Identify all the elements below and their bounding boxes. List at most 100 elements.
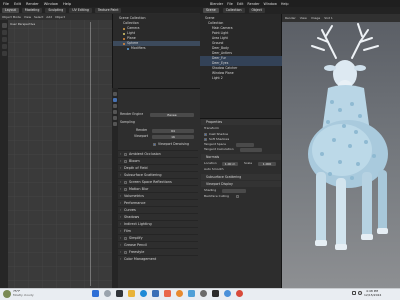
blender-icon[interactable] [176, 290, 183, 297]
backface-culling-checkbox[interactable] [236, 195, 239, 198]
tab-collection[interactable]: Collection [222, 8, 245, 13]
start-icon[interactable] [92, 290, 99, 297]
shading-dropdown[interactable] [222, 188, 246, 193]
section-subsurface-scattering[interactable]: Subsurface Scattering [118, 171, 198, 178]
file-explorer-icon[interactable] [128, 290, 135, 297]
section-checkbox[interactable] [124, 237, 127, 240]
menu-help[interactable]: Help [281, 2, 289, 6]
task-view-icon[interactable] [116, 290, 123, 297]
menu-edit[interactable]: Edit [14, 2, 21, 6]
section-film[interactable]: Film [118, 227, 198, 234]
scale-tool-icon[interactable] [1, 51, 7, 56]
outliner-row[interactable]: Light 2 [200, 76, 282, 81]
browser-icon[interactable] [224, 290, 231, 297]
search-icon[interactable] [104, 290, 111, 297]
menu-blender[interactable]: Blender [210, 2, 223, 6]
output-tab-icon[interactable] [113, 104, 117, 108]
menu-render[interactable]: Render [247, 2, 259, 6]
menu-render[interactable]: Render [26, 2, 39, 6]
clock-date[interactable]: 12/15/2024 [364, 293, 381, 298]
scene-tab-icon[interactable] [113, 116, 117, 120]
network-icon[interactable] [352, 291, 356, 295]
slot-dropdown[interactable]: Slot 1 [324, 16, 333, 20]
viewport-samples-field[interactable]: 16 [152, 134, 194, 139]
tab-uv-editing[interactable]: UV Editing [69, 7, 92, 13]
settings-icon[interactable] [200, 290, 207, 297]
add-menu[interactable]: Add [46, 15, 52, 19]
edge-icon[interactable] [140, 290, 147, 297]
tangent-calc-dropdown[interactable] [240, 147, 262, 152]
section-bloom[interactable]: Bloom [118, 157, 198, 164]
menu-file[interactable]: File [227, 2, 233, 6]
render-tab-icon[interactable] [113, 98, 117, 102]
select-menu[interactable]: Select [34, 15, 43, 19]
tool-tab-icon[interactable] [113, 92, 117, 96]
view-menu[interactable]: View [300, 16, 307, 20]
photos-icon[interactable] [188, 290, 195, 297]
section-motion-blur[interactable]: Motion Blur [118, 185, 198, 192]
mode-dropdown[interactable]: Object Mode [2, 15, 21, 19]
render-menu[interactable]: Render [285, 16, 296, 20]
prop-label[interactable]: Transform [204, 126, 219, 131]
section-volumetrics[interactable]: Volumetrics [118, 192, 198, 199]
tab-scene[interactable]: Scene [203, 8, 219, 13]
sampling-header[interactable]: Sampling [120, 120, 135, 125]
location-field[interactable]: 1.00 m [222, 161, 238, 166]
section-depth-of-field[interactable]: Depth of Field [118, 164, 198, 171]
object-menu[interactable]: Object [55, 15, 65, 19]
tab-layout[interactable]: Layout [2, 7, 19, 13]
section-screen-space-reflections[interactable]: Screen Space Reflections [118, 178, 198, 185]
image-menu[interactable]: Image [311, 16, 320, 20]
section-ambient-occlusion[interactable]: Ambient Occlusion [118, 150, 198, 157]
tab-object[interactable]: Object [248, 8, 265, 13]
section-checkbox[interactable] [124, 251, 127, 254]
section-color-management[interactable]: Color Management [118, 255, 198, 262]
cast-shadow-checkbox[interactable] [204, 133, 207, 136]
view-menu[interactable]: View [24, 15, 31, 19]
tangent-space-dropdown[interactable] [236, 142, 254, 147]
render-samples-field[interactable]: 64 [152, 128, 194, 133]
tab-sculpting[interactable]: Sculpting [45, 7, 67, 13]
menu-window[interactable]: Window [44, 2, 58, 6]
select-tool-icon[interactable] [1, 23, 7, 28]
tab-modeling[interactable]: Modeling [21, 7, 43, 13]
section-checkbox[interactable] [124, 160, 127, 163]
section-viewport-display[interactable]: Viewport Display [201, 181, 281, 187]
cursor-tool-icon[interactable] [1, 30, 7, 35]
viewport-denoising-checkbox[interactable] [153, 143, 156, 146]
section-shadows[interactable]: Shadows [118, 213, 198, 220]
view-layer-tab-icon[interactable] [113, 110, 117, 114]
section-simplify[interactable]: Simplify [118, 234, 198, 241]
menu-help[interactable]: Help [63, 2, 71, 6]
move-tool-icon[interactable] [1, 37, 7, 42]
soft-shadows-checkbox[interactable] [204, 138, 207, 141]
menu-window[interactable]: Window [263, 2, 276, 6]
section-subsurface[interactable]: Subsurface Scattering [201, 174, 281, 180]
scale-field[interactable]: 1.000 [258, 161, 276, 166]
tool-shelf[interactable] [0, 20, 8, 288]
section-checkbox[interactable] [124, 181, 127, 184]
section-indirect-lighting[interactable]: Indirect Lighting [118, 220, 198, 227]
section-checkbox[interactable] [124, 153, 127, 156]
section-normals[interactable]: Normals [201, 154, 281, 160]
weather-icon[interactable] [3, 290, 11, 298]
mail-icon[interactable] [164, 290, 171, 297]
chrome-icon[interactable] [236, 290, 243, 297]
menu-file[interactable]: File [3, 2, 9, 6]
section-label: Color Management [124, 257, 157, 261]
world-tab-icon[interactable] [113, 122, 117, 126]
render-viewport[interactable] [282, 22, 400, 288]
section-curves[interactable]: Curves [118, 206, 198, 213]
render-engine-dropdown[interactable]: Eevee [150, 112, 194, 117]
menu-edit[interactable]: Edit [237, 2, 244, 6]
terminal-icon[interactable] [212, 290, 219, 297]
section-checkbox[interactable] [124, 188, 127, 191]
rotate-tool-icon[interactable] [1, 44, 7, 49]
tab-texture-paint[interactable]: Texture Paint [94, 7, 122, 13]
volume-icon[interactable] [358, 291, 362, 295]
section-freestyle[interactable]: Freestyle [118, 248, 198, 255]
section-grease-pencil[interactable]: Grease Pencil [118, 241, 198, 248]
store-icon[interactable] [152, 290, 159, 297]
section-performance[interactable]: Performance [118, 199, 198, 206]
3d-viewport-left[interactable] [0, 14, 112, 288]
